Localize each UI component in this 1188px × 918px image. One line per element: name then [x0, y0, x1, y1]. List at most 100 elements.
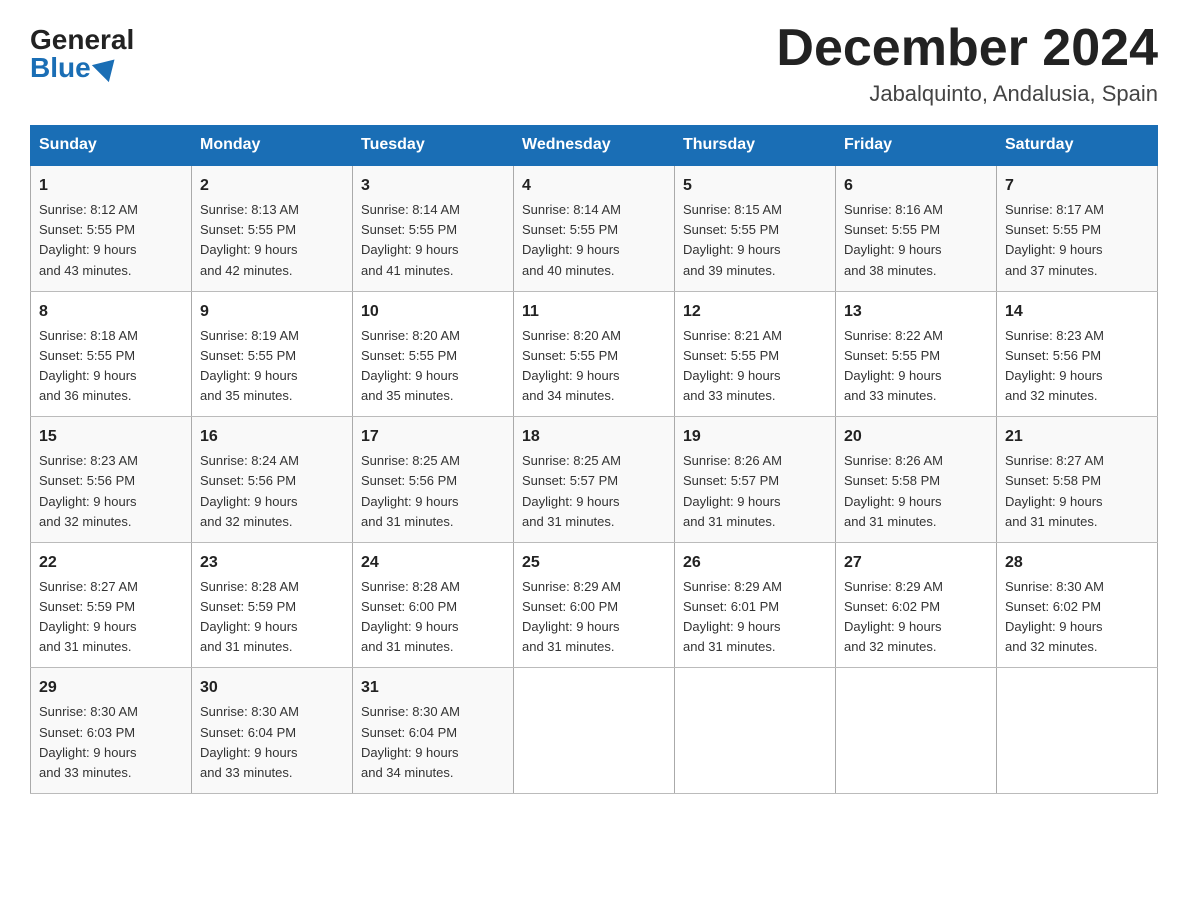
day-info: Sunrise: 8:30 AMSunset: 6:03 PMDaylight:…: [39, 704, 138, 779]
day-number: 13: [844, 300, 988, 324]
day-info: Sunrise: 8:16 AMSunset: 5:55 PMDaylight:…: [844, 202, 943, 277]
calendar-cell: 2 Sunrise: 8:13 AMSunset: 5:55 PMDayligh…: [192, 165, 353, 291]
day-number: 3: [361, 174, 505, 198]
day-info: Sunrise: 8:14 AMSunset: 5:55 PMDaylight:…: [361, 202, 460, 277]
day-number: 15: [39, 425, 183, 449]
day-number: 20: [844, 425, 988, 449]
calendar-cell: 15 Sunrise: 8:23 AMSunset: 5:56 PMDaylig…: [31, 417, 192, 543]
day-number: 1: [39, 174, 183, 198]
day-info: Sunrise: 8:15 AMSunset: 5:55 PMDaylight:…: [683, 202, 782, 277]
day-info: Sunrise: 8:17 AMSunset: 5:55 PMDaylight:…: [1005, 202, 1104, 277]
calendar-week-row: 15 Sunrise: 8:23 AMSunset: 5:56 PMDaylig…: [31, 417, 1158, 543]
day-info: Sunrise: 8:26 AMSunset: 5:57 PMDaylight:…: [683, 453, 782, 528]
calendar-cell: 23 Sunrise: 8:28 AMSunset: 5:59 PMDaylig…: [192, 542, 353, 668]
header-monday: Monday: [192, 126, 353, 166]
day-info: Sunrise: 8:28 AMSunset: 6:00 PMDaylight:…: [361, 579, 460, 654]
day-number: 19: [683, 425, 827, 449]
calendar-week-row: 22 Sunrise: 8:27 AMSunset: 5:59 PMDaylig…: [31, 542, 1158, 668]
day-number: 2: [200, 174, 344, 198]
day-info: Sunrise: 8:14 AMSunset: 5:55 PMDaylight:…: [522, 202, 621, 277]
calendar-cell: 21 Sunrise: 8:27 AMSunset: 5:58 PMDaylig…: [997, 417, 1158, 543]
calendar-cell: 14 Sunrise: 8:23 AMSunset: 5:56 PMDaylig…: [997, 291, 1158, 417]
day-info: Sunrise: 8:23 AMSunset: 5:56 PMDaylight:…: [1005, 328, 1104, 403]
calendar-cell: 10 Sunrise: 8:20 AMSunset: 5:55 PMDaylig…: [353, 291, 514, 417]
day-number: 27: [844, 551, 988, 575]
title-area: December 2024 Jabalquinto, Andalusia, Sp…: [776, 20, 1158, 107]
day-info: Sunrise: 8:28 AMSunset: 5:59 PMDaylight:…: [200, 579, 299, 654]
day-number: 22: [39, 551, 183, 575]
calendar-cell: [997, 668, 1158, 794]
day-number: 7: [1005, 174, 1149, 198]
day-number: 25: [522, 551, 666, 575]
day-info: Sunrise: 8:30 AMSunset: 6:04 PMDaylight:…: [200, 704, 299, 779]
day-info: Sunrise: 8:21 AMSunset: 5:55 PMDaylight:…: [683, 328, 782, 403]
calendar-cell: 1 Sunrise: 8:12 AMSunset: 5:55 PMDayligh…: [31, 165, 192, 291]
location-title: Jabalquinto, Andalusia, Spain: [776, 81, 1158, 107]
day-number: 29: [39, 676, 183, 700]
calendar-cell: [836, 668, 997, 794]
calendar-cell: 8 Sunrise: 8:18 AMSunset: 5:55 PMDayligh…: [31, 291, 192, 417]
day-info: Sunrise: 8:27 AMSunset: 5:58 PMDaylight:…: [1005, 453, 1104, 528]
calendar-cell: 29 Sunrise: 8:30 AMSunset: 6:03 PMDaylig…: [31, 668, 192, 794]
day-info: Sunrise: 8:30 AMSunset: 6:04 PMDaylight:…: [361, 704, 460, 779]
calendar-week-row: 1 Sunrise: 8:12 AMSunset: 5:55 PMDayligh…: [31, 165, 1158, 291]
day-number: 5: [683, 174, 827, 198]
day-info: Sunrise: 8:18 AMSunset: 5:55 PMDaylight:…: [39, 328, 138, 403]
calendar-cell: 31 Sunrise: 8:30 AMSunset: 6:04 PMDaylig…: [353, 668, 514, 794]
header-wednesday: Wednesday: [514, 126, 675, 166]
day-number: 21: [1005, 425, 1149, 449]
logo-general-text: General: [30, 26, 134, 54]
day-number: 4: [522, 174, 666, 198]
calendar-cell: 17 Sunrise: 8:25 AMSunset: 5:56 PMDaylig…: [353, 417, 514, 543]
day-number: 31: [361, 676, 505, 700]
day-number: 8: [39, 300, 183, 324]
calendar-cell: 19 Sunrise: 8:26 AMSunset: 5:57 PMDaylig…: [675, 417, 836, 543]
day-number: 12: [683, 300, 827, 324]
header-tuesday: Tuesday: [353, 126, 514, 166]
calendar-cell: 20 Sunrise: 8:26 AMSunset: 5:58 PMDaylig…: [836, 417, 997, 543]
day-number: 18: [522, 425, 666, 449]
day-info: Sunrise: 8:23 AMSunset: 5:56 PMDaylight:…: [39, 453, 138, 528]
day-number: 26: [683, 551, 827, 575]
header-sunday: Sunday: [31, 126, 192, 166]
calendar-cell: 6 Sunrise: 8:16 AMSunset: 5:55 PMDayligh…: [836, 165, 997, 291]
day-number: 9: [200, 300, 344, 324]
day-info: Sunrise: 8:13 AMSunset: 5:55 PMDaylight:…: [200, 202, 299, 277]
calendar-week-row: 29 Sunrise: 8:30 AMSunset: 6:03 PMDaylig…: [31, 668, 1158, 794]
calendar-cell: 13 Sunrise: 8:22 AMSunset: 5:55 PMDaylig…: [836, 291, 997, 417]
day-number: 10: [361, 300, 505, 324]
day-info: Sunrise: 8:26 AMSunset: 5:58 PMDaylight:…: [844, 453, 943, 528]
calendar-table: SundayMondayTuesdayWednesdayThursdayFrid…: [30, 125, 1158, 794]
calendar-header-row: SundayMondayTuesdayWednesdayThursdayFrid…: [31, 126, 1158, 166]
day-info: Sunrise: 8:24 AMSunset: 5:56 PMDaylight:…: [200, 453, 299, 528]
day-number: 30: [200, 676, 344, 700]
calendar-cell: 16 Sunrise: 8:24 AMSunset: 5:56 PMDaylig…: [192, 417, 353, 543]
day-number: 16: [200, 425, 344, 449]
calendar-cell: [514, 668, 675, 794]
calendar-cell: 22 Sunrise: 8:27 AMSunset: 5:59 PMDaylig…: [31, 542, 192, 668]
calendar-cell: 5 Sunrise: 8:15 AMSunset: 5:55 PMDayligh…: [675, 165, 836, 291]
header-thursday: Thursday: [675, 126, 836, 166]
day-number: 17: [361, 425, 505, 449]
header-saturday: Saturday: [997, 126, 1158, 166]
calendar-cell: 18 Sunrise: 8:25 AMSunset: 5:57 PMDaylig…: [514, 417, 675, 543]
calendar-cell: 25 Sunrise: 8:29 AMSunset: 6:00 PMDaylig…: [514, 542, 675, 668]
calendar-cell: 28 Sunrise: 8:30 AMSunset: 6:02 PMDaylig…: [997, 542, 1158, 668]
day-info: Sunrise: 8:29 AMSunset: 6:01 PMDaylight:…: [683, 579, 782, 654]
logo-triangle-icon: [92, 51, 123, 82]
day-number: 28: [1005, 551, 1149, 575]
day-info: Sunrise: 8:22 AMSunset: 5:55 PMDaylight:…: [844, 328, 943, 403]
page-header: General Blue December 2024 Jabalquinto, …: [30, 20, 1158, 107]
day-info: Sunrise: 8:27 AMSunset: 5:59 PMDaylight:…: [39, 579, 138, 654]
day-info: Sunrise: 8:29 AMSunset: 6:00 PMDaylight:…: [522, 579, 621, 654]
day-info: Sunrise: 8:12 AMSunset: 5:55 PMDaylight:…: [39, 202, 138, 277]
logo-blue-text: Blue: [30, 54, 118, 82]
calendar-cell: 24 Sunrise: 8:28 AMSunset: 6:00 PMDaylig…: [353, 542, 514, 668]
day-number: 24: [361, 551, 505, 575]
calendar-cell: [675, 668, 836, 794]
calendar-cell: 30 Sunrise: 8:30 AMSunset: 6:04 PMDaylig…: [192, 668, 353, 794]
day-info: Sunrise: 8:30 AMSunset: 6:02 PMDaylight:…: [1005, 579, 1104, 654]
calendar-cell: 11 Sunrise: 8:20 AMSunset: 5:55 PMDaylig…: [514, 291, 675, 417]
day-info: Sunrise: 8:29 AMSunset: 6:02 PMDaylight:…: [844, 579, 943, 654]
day-number: 14: [1005, 300, 1149, 324]
